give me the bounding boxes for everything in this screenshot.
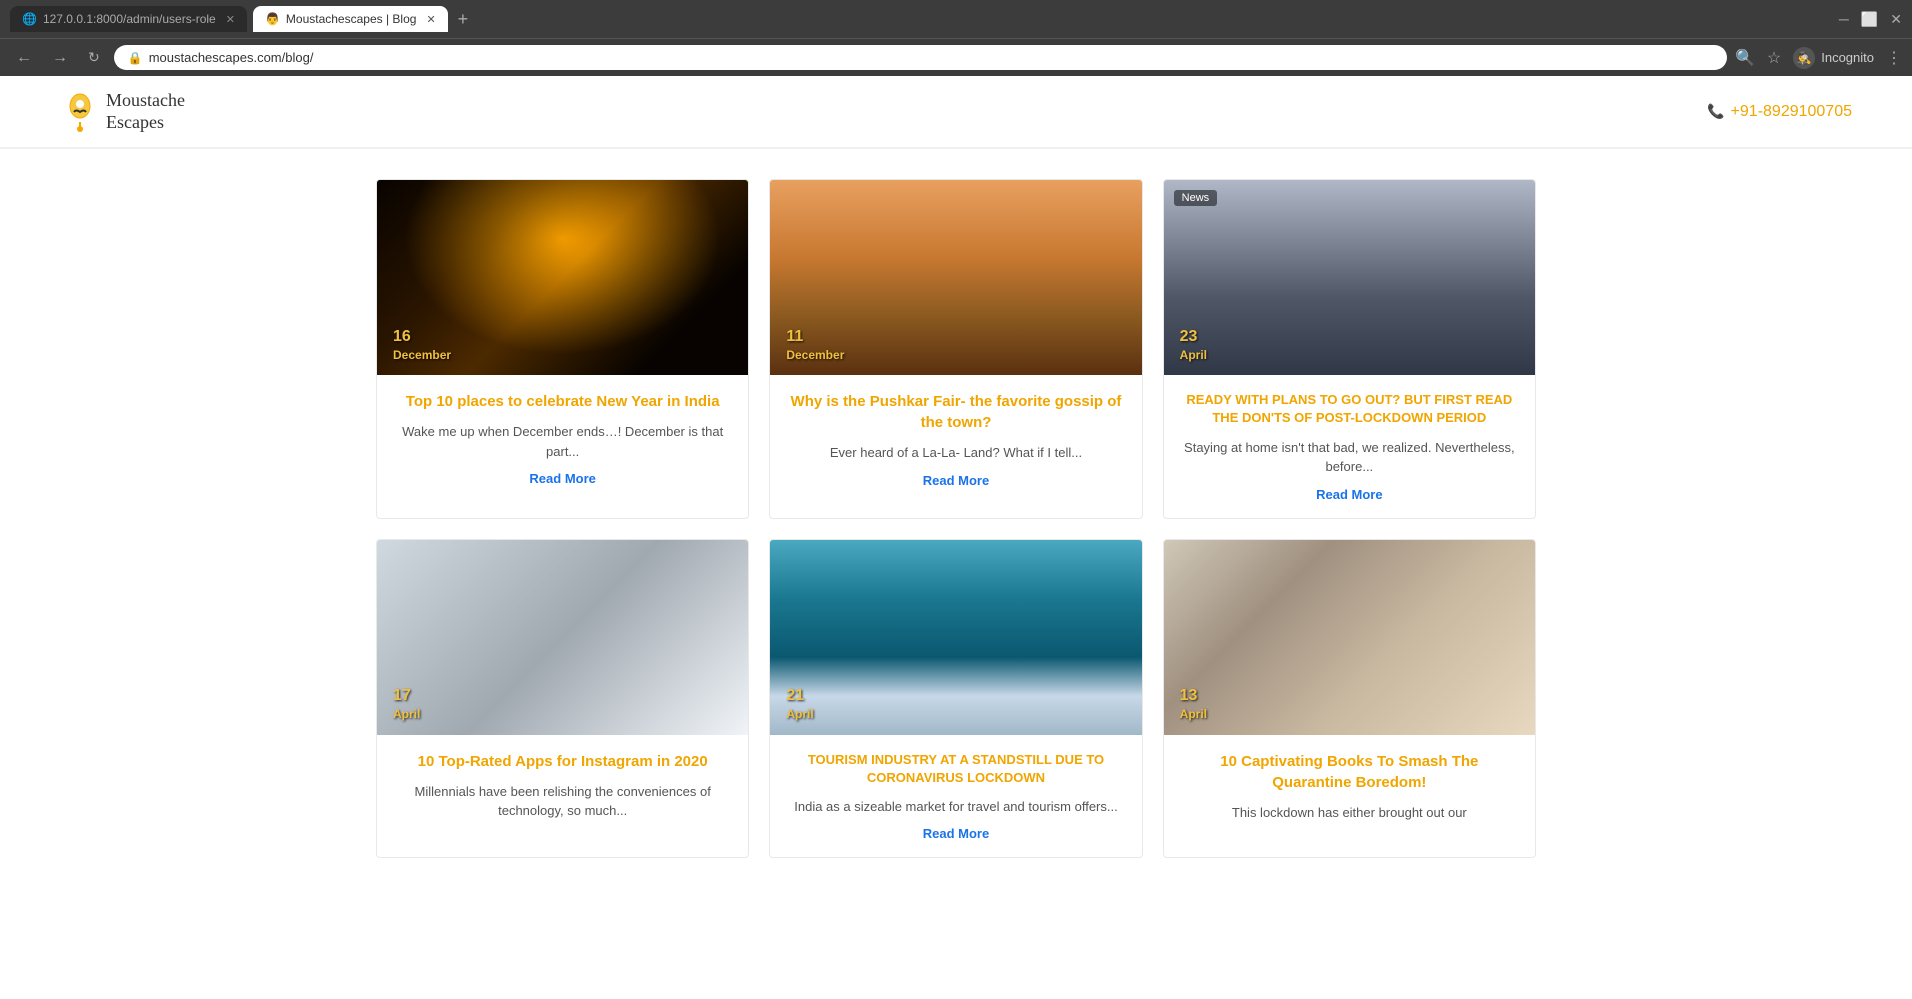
card-title-card2: Why is the Pushkar Fair- the favorite go… — [786, 391, 1125, 433]
logo-icon — [60, 92, 100, 132]
card-title-card5: TOURISM INDUSTRY AT A STANDSTILL DUE TO … — [786, 751, 1125, 787]
date-day-card2: 11 — [786, 327, 844, 348]
card-image-card2: 11 December — [770, 180, 1141, 375]
date-badge-card1: 16 December — [393, 327, 451, 363]
date-badge-card5: 21 April — [786, 686, 813, 722]
card-title-card1: Top 10 places to celebrate New Year in I… — [393, 391, 732, 412]
date-month-card4: April — [393, 707, 420, 723]
url-text: moustachescapes.com/blog/ — [149, 50, 314, 65]
date-badge-card2: 11 December — [786, 327, 844, 363]
site-logo[interactable]: Moustache Escapes — [60, 90, 185, 133]
lock-icon: 🔒 — [128, 51, 143, 65]
card-image-card1: 16 December — [377, 180, 748, 375]
tab1-close[interactable]: ✕ — [226, 13, 235, 26]
blog-card-card4: 17 April 10 Top-Rated Apps for Instagram… — [376, 539, 749, 859]
blog-card-card2: 11 December Why is the Pushkar Fair- the… — [769, 179, 1142, 518]
date-month-card2: December — [786, 348, 844, 364]
card-body-card5: TOURISM INDUSTRY AT A STANDSTILL DUE TO … — [770, 735, 1141, 858]
logo-line1: Moustache — [106, 90, 185, 112]
date-day-card4: 17 — [393, 686, 420, 707]
tab2-close[interactable]: ✕ — [426, 13, 435, 26]
incognito-label: Incognito — [1821, 50, 1874, 65]
tab2-label: Moustachescapes | Blog — [286, 12, 417, 26]
browser-titlebar: 🌐 127.0.0.1:8000/admin/users-role ✕ 👨 Mo… — [0, 0, 1912, 38]
incognito-badge: 🕵 Incognito — [1793, 47, 1874, 69]
read-more-link-card3[interactable]: Read More — [1180, 487, 1519, 502]
card-body-card1: Top 10 places to celebrate New Year in I… — [377, 375, 748, 502]
browser-toolbar: ← → ↻ 🔒 moustachescapes.com/blog/ 🔍 ☆ 🕵 … — [0, 38, 1912, 76]
read-more-link-card2[interactable]: Read More — [786, 473, 1125, 488]
maximize-button[interactable]: ⬜ — [1861, 11, 1878, 28]
back-button[interactable]: ← — [10, 47, 38, 69]
card-image-card4: 17 April — [377, 540, 748, 735]
search-icon[interactable]: 🔍 — [1735, 48, 1755, 68]
incognito-icon: 🕵 — [1793, 47, 1815, 69]
close-window-button[interactable]: ✕ — [1890, 11, 1902, 28]
read-more-link-card5[interactable]: Read More — [786, 826, 1125, 841]
browser-tab-admin[interactable]: 🌐 127.0.0.1:8000/admin/users-role ✕ — [10, 6, 247, 32]
menu-icon[interactable]: ⋮ — [1886, 48, 1902, 68]
card-body-card2: Why is the Pushkar Fair- the favorite go… — [770, 375, 1141, 504]
blog-card-card3: News 23 April READY WITH PLANS TO GO OUT… — [1163, 179, 1536, 518]
phone-text: +91-8929100705 — [1731, 103, 1852, 121]
site-header: Moustache Escapes 📞 +91-8929100705 — [0, 76, 1912, 149]
card-title-card4: 10 Top-Rated Apps for Instagram in 2020 — [393, 751, 732, 772]
logo-text: Moustache Escapes — [106, 90, 185, 133]
card-body-card6: 10 Captivating Books To Smash The Quaran… — [1164, 735, 1535, 849]
date-month-card6: April — [1180, 707, 1207, 723]
card-excerpt-card2: Ever heard of a La-La- Land? What if I t… — [786, 443, 1125, 463]
card-excerpt-card6: This lockdown has either brought out our — [1180, 803, 1519, 823]
blog-container: 16 December Top 10 places to celebrate N… — [356, 149, 1556, 888]
browser-tab-blog[interactable]: 👨 Moustachescapes | Blog ✕ — [253, 6, 448, 32]
tab1-label: 127.0.0.1:8000/admin/users-role — [43, 12, 216, 26]
bookmark-icon[interactable]: ☆ — [1767, 48, 1781, 68]
card-bg-card4 — [377, 540, 748, 735]
date-badge-card3: 23 April — [1180, 327, 1207, 363]
tab-mustache-icon: 👨 — [265, 12, 280, 26]
tab-globe-icon: 🌐 — [22, 12, 37, 26]
card-body-card4: 10 Top-Rated Apps for Instagram in 2020 … — [377, 735, 748, 847]
window-controls: ─ ⬜ ✕ — [1839, 11, 1902, 28]
news-badge: News — [1174, 190, 1218, 206]
date-day-card5: 21 — [786, 686, 813, 707]
card-image-card3: News 23 April — [1164, 180, 1535, 375]
card-bg-card6 — [1164, 540, 1535, 735]
blog-grid: 16 December Top 10 places to celebrate N… — [376, 179, 1536, 858]
card-image-card5: 21 April — [770, 540, 1141, 735]
phone-icon: 📞 — [1707, 103, 1724, 120]
date-badge-card6: 13 April — [1180, 686, 1207, 722]
browser-chrome: 🌐 127.0.0.1:8000/admin/users-role ✕ 👨 Mo… — [0, 0, 1912, 76]
new-tab-button[interactable]: + — [458, 9, 469, 30]
reload-button[interactable]: ↻ — [82, 47, 106, 68]
date-day-card3: 23 — [1180, 327, 1207, 348]
date-badge-card4: 17 April — [393, 686, 420, 722]
card-image-card6: 13 April — [1164, 540, 1535, 735]
card-excerpt-card5: India as a sizeable market for travel an… — [786, 797, 1125, 817]
address-bar[interactable]: 🔒 moustachescapes.com/blog/ — [114, 45, 1727, 70]
date-month-card3: April — [1180, 348, 1207, 364]
read-more-link-card1[interactable]: Read More — [393, 471, 732, 486]
card-excerpt-card3: Staying at home isn't that bad, we reali… — [1180, 438, 1519, 477]
date-day-card1: 16 — [393, 327, 451, 348]
card-title-card6: 10 Captivating Books To Smash The Quaran… — [1180, 751, 1519, 793]
date-month-card1: December — [393, 348, 451, 364]
phone-number: 📞 +91-8929100705 — [1707, 103, 1852, 121]
forward-button[interactable]: → — [46, 47, 74, 69]
toolbar-right: 🔍 ☆ 🕵 Incognito ⋮ — [1735, 47, 1902, 69]
date-day-card6: 13 — [1180, 686, 1207, 707]
minimize-button[interactable]: ─ — [1839, 11, 1849, 28]
card-bg-card5 — [770, 540, 1141, 735]
blog-card-card1: 16 December Top 10 places to celebrate N… — [376, 179, 749, 518]
card-body-card3: READY WITH PLANS TO GO OUT? BUT FIRST RE… — [1164, 375, 1535, 517]
card-bg-card3 — [1164, 180, 1535, 375]
date-month-card5: April — [786, 707, 813, 723]
card-excerpt-card4: Millennials have been relishing the conv… — [393, 782, 732, 821]
card-title-card3: READY WITH PLANS TO GO OUT? BUT FIRST RE… — [1180, 391, 1519, 427]
blog-card-card6: 13 April 10 Captivating Books To Smash T… — [1163, 539, 1536, 859]
logo-line2: Escapes — [106, 112, 185, 134]
page-content: Moustache Escapes 📞 +91-8929100705 16 De… — [0, 76, 1912, 926]
blog-card-card5: 21 April TOURISM INDUSTRY AT A STANDSTIL… — [769, 539, 1142, 859]
card-excerpt-card1: Wake me up when December ends…! December… — [393, 422, 732, 461]
